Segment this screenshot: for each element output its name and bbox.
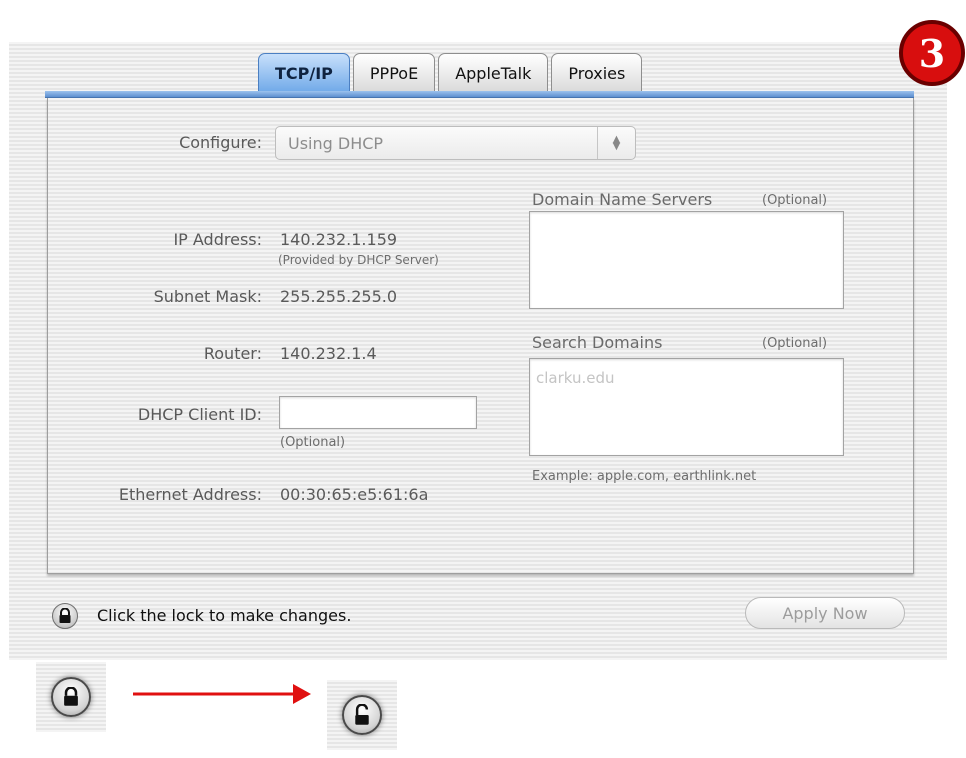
search-domains-optional: (Optional) — [762, 336, 828, 351]
unlocked-icon — [342, 695, 382, 735]
search-domains-example: Example: apple.com, earthlink.net — [532, 469, 757, 484]
tab-appletalk[interactable]: AppleTalk — [438, 53, 549, 93]
apply-now-button[interactable]: Apply Now — [745, 597, 905, 629]
dhcp-client-id-note: (Optional) — [280, 435, 346, 450]
ethernet-address-label: Ethernet Address: — [118, 485, 262, 504]
ip-address-label: IP Address: — [173, 230, 262, 249]
step-badge: 3 — [899, 20, 965, 86]
search-domains-placeholder: clarku.edu — [536, 369, 615, 387]
dns-textarea[interactable] — [529, 211, 844, 309]
lock-message: Click the lock to make changes. — [97, 606, 352, 625]
ip-address-note: (Provided by DHCP Server) — [278, 253, 439, 267]
dhcp-client-id-label: DHCP Client ID: — [137, 405, 262, 424]
tab-tcpip[interactable]: TCP/IP — [258, 53, 350, 93]
select-arrows-icon: ▲ ▼ — [597, 127, 635, 159]
panel-top-border — [45, 91, 914, 98]
tab-pppoe[interactable]: PPPoE — [352, 53, 436, 93]
router-label: Router: — [203, 344, 262, 363]
lock-closed-large — [36, 662, 106, 732]
lock-icon — [51, 677, 91, 717]
ip-address-value: 140.232.1.159 — [280, 230, 398, 249]
ethernet-address-value: 00:30:65:e5:61:6a — [280, 485, 429, 504]
dhcp-client-id-input[interactable] — [279, 396, 477, 429]
configure-value: Using DHCP — [288, 133, 384, 153]
configure-label: Configure: — [179, 133, 262, 152]
search-domains-textarea[interactable]: clarku.edu — [529, 358, 844, 456]
lock-glyph — [59, 608, 71, 623]
subnet-mask-value: 255.255.255.0 — [280, 287, 398, 306]
tab-proxies[interactable]: Proxies — [551, 53, 643, 93]
lock-icon[interactable] — [52, 603, 78, 629]
right-arrow-icon — [133, 684, 311, 704]
configure-select[interactable]: Using DHCP ▲ ▼ — [275, 126, 636, 160]
router-value: 140.232.1.4 — [280, 344, 377, 363]
tab-bar: TCP/IP PPPoE AppleTalk Proxies — [258, 53, 645, 93]
search-domains-label: Search Domains — [532, 333, 663, 352]
lock-open-large — [327, 680, 397, 750]
dns-optional: (Optional) — [762, 193, 828, 208]
dns-label: Domain Name Servers — [532, 190, 713, 209]
subnet-mask-label: Subnet Mask: — [153, 287, 262, 306]
